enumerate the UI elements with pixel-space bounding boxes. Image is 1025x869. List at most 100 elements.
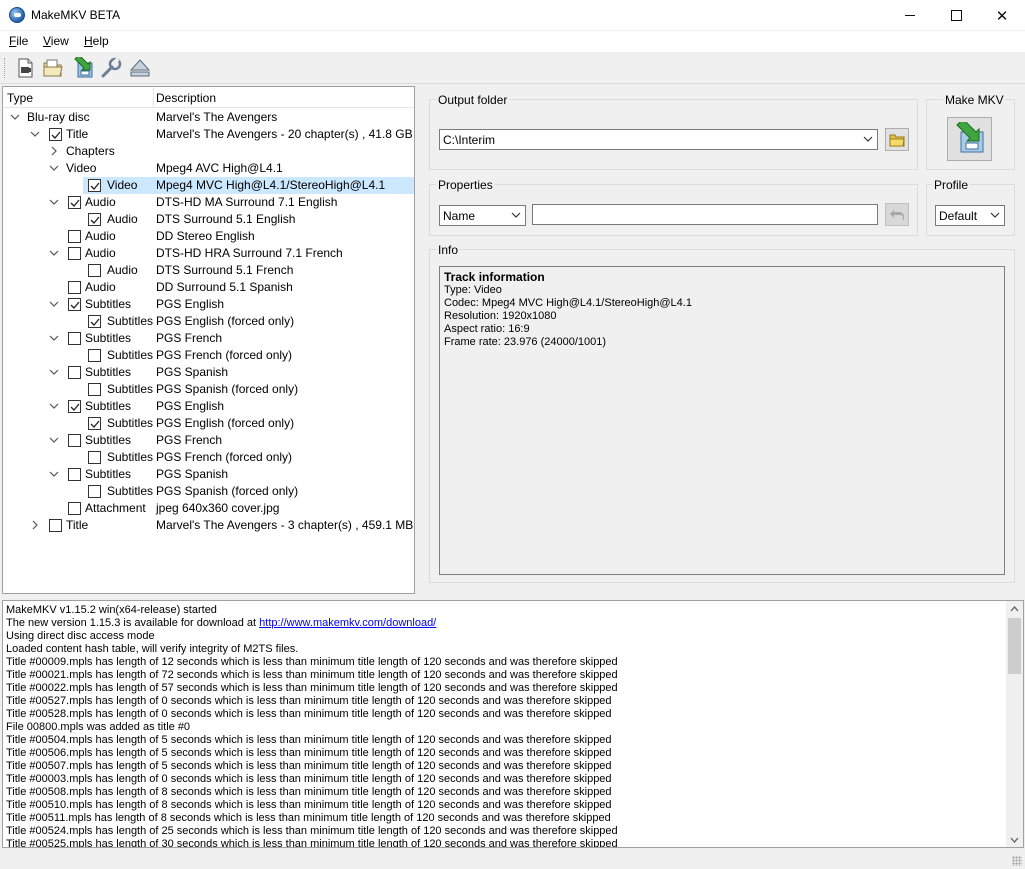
tree-row-type: Subtitles — [85, 399, 132, 413]
eject-button[interactable] — [127, 56, 153, 80]
expand-chevron-down-icon[interactable] — [48, 162, 60, 174]
checkbox-checked[interactable] — [88, 179, 101, 192]
tree-row[interactable]: Subtitles PGS Spanish — [3, 466, 414, 483]
tree-row-type: Audio — [107, 263, 138, 277]
tree-row[interactable]: Video Mpeg4 AVC High@L4.1 — [3, 160, 414, 177]
tree-row[interactable]: Title Marvel's The Avengers - 20 chapter(… — [3, 126, 414, 143]
checkbox-checked[interactable] — [68, 298, 81, 311]
checkbox-unchecked[interactable] — [49, 519, 62, 532]
tree-row[interactable]: Video Mpeg4 MVC High@L4.1/StereoHigh@L4.1 — [3, 177, 414, 194]
expand-chevron-down-icon[interactable] — [48, 196, 60, 208]
tree-row-description: Marvel's The Avengers - 20 chapter(s) , … — [156, 127, 413, 141]
folder-icon — [889, 134, 905, 146]
checkbox-unchecked[interactable] — [68, 366, 81, 379]
expand-chevron-down-icon[interactable] — [29, 128, 41, 140]
tree-row[interactable]: Audio DTS Surround 5.1 French — [3, 262, 414, 279]
column-header-type[interactable]: Type — [7, 91, 33, 105]
checkbox-checked[interactable] — [88, 213, 101, 226]
tree-row[interactable]: Subtitles PGS English (forced only) — [3, 415, 414, 432]
expand-chevron-down-icon[interactable] — [48, 332, 60, 344]
expand-chevron-right-icon[interactable] — [29, 519, 41, 531]
scroll-down-icon[interactable] — [1010, 837, 1019, 843]
tree-row[interactable]: Audio DTS-HD MA Surround 7.1 English — [3, 194, 414, 211]
track-info-lines: Type: Video Codec: Mpeg4 MVC High@L4.1/St… — [444, 284, 1000, 349]
column-header-description[interactable]: Description — [156, 91, 216, 105]
menu-file[interactable]: File — [9, 34, 28, 48]
profile-select[interactable]: Default — [935, 205, 1005, 226]
tree-row[interactable]: Title Marvel's The Avengers - 3 chapter(s… — [3, 517, 414, 534]
expand-chevron-down-icon[interactable] — [48, 247, 60, 259]
download-link[interactable]: http://www.makemkv.com/download/ — [259, 617, 436, 629]
log-panel[interactable]: MakeMKV v1.15.2 win(x64-release) started… — [2, 600, 1024, 848]
open-files-button[interactable] — [12, 56, 38, 80]
log-scrollbar[interactable] — [1006, 601, 1023, 847]
tree-row[interactable]: Subtitles PGS English — [3, 398, 414, 415]
checkbox-checked[interactable] — [68, 400, 81, 413]
checkbox-checked[interactable] — [88, 315, 101, 328]
checkbox-unchecked[interactable] — [88, 349, 101, 362]
expand-chevron-down-icon[interactable] — [9, 111, 21, 123]
backup-icon — [74, 57, 93, 78]
revert-property-button[interactable] — [885, 203, 909, 226]
column-divider[interactable] — [153, 87, 154, 108]
checkbox-checked[interactable] — [68, 196, 81, 209]
tree-row[interactable]: Subtitles PGS English (forced only) — [3, 313, 414, 330]
tree-row[interactable]: Attachment jpeg 640x360 cover.jpg — [3, 500, 414, 517]
toolbar-grip — [4, 58, 7, 78]
menu-help[interactable]: Help — [84, 34, 109, 48]
tree-row[interactable]: Subtitles PGS Spanish — [3, 364, 414, 381]
scroll-up-icon[interactable] — [1010, 606, 1019, 612]
menu-view[interactable]: View — [43, 34, 69, 48]
minimize-button[interactable] — [887, 0, 933, 31]
checkbox-checked[interactable] — [88, 417, 101, 430]
expand-chevron-down-icon[interactable] — [48, 400, 60, 412]
tree-row[interactable]: Subtitles PGS Spanish (forced only) — [3, 381, 414, 398]
expand-chevron-down-icon[interactable] — [48, 298, 60, 310]
settings-button[interactable] — [98, 56, 124, 80]
checkbox-unchecked[interactable] — [88, 451, 101, 464]
browse-folder-button[interactable] — [885, 128, 909, 151]
disc-tree-panel[interactable]: Type Description Blu-ray disc Marvel's Th… — [2, 86, 415, 594]
tree-row[interactable]: Subtitles PGS French — [3, 330, 414, 347]
tree-row[interactable]: Chapters — [3, 143, 414, 160]
expand-chevron-down-icon[interactable] — [48, 434, 60, 446]
checkbox-unchecked[interactable] — [68, 468, 81, 481]
checkbox-unchecked[interactable] — [68, 434, 81, 447]
log-line: Title #00021.mpls has length of 72 secon… — [6, 669, 618, 681]
property-name-select[interactable]: Name — [439, 205, 526, 226]
checkbox-checked[interactable] — [49, 128, 62, 141]
tree-row[interactable]: Subtitles PGS Spanish (forced only) — [3, 483, 414, 500]
expand-chevron-down-icon[interactable] — [48, 468, 60, 480]
tree-row[interactable]: Subtitles PGS French — [3, 432, 414, 449]
resize-grip[interactable] — [1012, 856, 1022, 866]
checkbox-unchecked[interactable] — [68, 502, 81, 515]
checkbox-unchecked[interactable] — [88, 264, 101, 277]
property-value-input[interactable] — [532, 204, 878, 225]
open-disc-button[interactable] — [40, 56, 66, 80]
checkbox-unchecked[interactable] — [68, 281, 81, 294]
tree-row[interactable]: Audio DD Stereo English — [3, 228, 414, 245]
maximize-button[interactable] — [933, 0, 979, 31]
checkbox-unchecked[interactable] — [68, 332, 81, 345]
tree-row[interactable]: Blu-ray disc Marvel's The Avengers — [3, 109, 414, 126]
tree-row[interactable]: Subtitles PGS French (forced only) — [3, 347, 414, 364]
tree-row[interactable]: Audio DD Surround 5.1 Spanish — [3, 279, 414, 296]
checkbox-unchecked[interactable] — [68, 230, 81, 243]
tree-row[interactable]: Audio DTS Surround 5.1 English — [3, 211, 414, 228]
output-folder-combo[interactable]: C:\Interim — [439, 129, 878, 150]
tree-row[interactable]: Subtitles PGS English — [3, 296, 414, 313]
make-mkv-label: Make MKV — [943, 93, 1006, 107]
expand-chevron-down-icon[interactable] — [48, 366, 60, 378]
scrollbar-thumb[interactable] — [1008, 618, 1021, 674]
expand-chevron-right-icon[interactable] — [48, 145, 60, 157]
tree-row[interactable]: Subtitles PGS French (forced only) — [3, 449, 414, 466]
checkbox-unchecked[interactable] — [88, 383, 101, 396]
checkbox-unchecked[interactable] — [88, 485, 101, 498]
make-mkv-button[interactable] — [947, 117, 992, 161]
tree-row-description: PGS French — [156, 433, 223, 447]
close-button[interactable]: ✕ — [979, 0, 1025, 31]
backup-button[interactable] — [70, 56, 96, 80]
chevron-down-icon — [990, 212, 1000, 218]
tree-row[interactable]: Audio DTS-HD HRA Surround 7.1 French — [3, 245, 414, 262]
checkbox-unchecked[interactable] — [68, 247, 81, 260]
